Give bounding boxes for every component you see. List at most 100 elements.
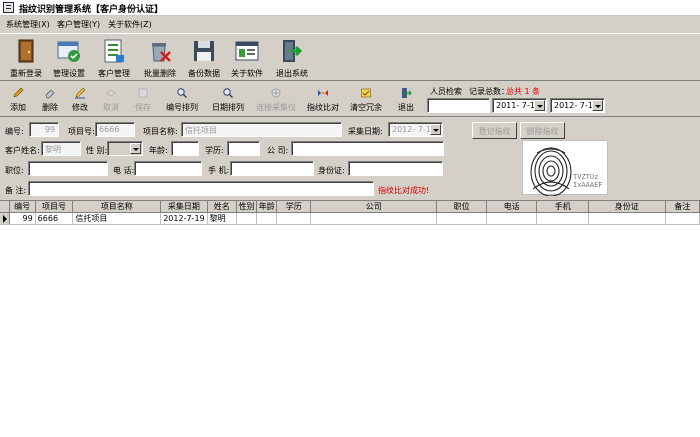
phone-field[interactable]	[134, 161, 202, 176]
project-no-label: 项目号:	[68, 127, 95, 136]
table-cell[interactable]	[436, 212, 487, 225]
project-name-label: 项目名称:	[143, 127, 178, 136]
quit-button[interactable]: 退出	[392, 85, 420, 115]
menu-about[interactable]: 关于软件(Z)	[108, 19, 152, 30]
column-header[interactable]: 姓名	[207, 201, 237, 213]
table-cell[interactable]	[310, 212, 438, 225]
menu-system[interactable]: 系统管理(X)	[6, 19, 50, 30]
table-cell[interactable]: 6666	[35, 212, 74, 225]
window-title: 指纹识别管理系统【客户身份认证】	[19, 5, 164, 15]
records-grid[interactable]: 编号 项目号 项目名称 采集日期 姓名 性别 年龄 学历 公司 职位 电话 手机…	[0, 200, 700, 437]
project-no-field[interactable]: 6666	[95, 122, 135, 137]
table-cell[interactable]: 信托项目	[72, 212, 162, 225]
save-button[interactable]: 保存	[127, 85, 159, 115]
customer-name-label: 客户姓名:	[5, 146, 40, 155]
connect-device-button[interactable]: 连接采集仪	[252, 85, 300, 115]
magnifier-icon	[223, 88, 233, 98]
chevron-down-icon[interactable]	[592, 100, 603, 111]
mobile-field[interactable]	[230, 161, 314, 176]
record-count-value: 总共 1 条	[506, 87, 541, 96]
record-toolbar: 添加 删除 修改 取消 保存 编号排列 日期排列 连接采集仪 指纹比对 清空冗余…	[0, 83, 700, 117]
column-header[interactable]: 身份证	[588, 201, 666, 213]
gender-label: 性 别:	[86, 146, 108, 155]
delete-button[interactable]: 删除	[34, 85, 66, 115]
table-cell[interactable]	[256, 212, 278, 225]
edit-pen-icon	[75, 87, 86, 99]
door-icon	[18, 39, 34, 63]
position-field[interactable]	[28, 161, 108, 176]
search-input[interactable]	[427, 98, 490, 113]
column-header[interactable]: 学历	[276, 201, 312, 213]
table-cell[interactable]: 2012-7-19	[160, 212, 208, 225]
sort-by-id-button[interactable]: 编号排列	[160, 85, 204, 115]
row-indicator-header	[0, 201, 10, 213]
date-to-picker[interactable]: 2012- 7-19	[550, 98, 605, 113]
collect-date-picker[interactable]: 2012- 7-19	[388, 122, 443, 137]
column-header[interactable]: 电话	[486, 201, 538, 213]
table-cell[interactable]	[486, 212, 538, 225]
cancel-button[interactable]: 取消	[95, 85, 127, 115]
register-fingerprint-button[interactable]: 登记指纹	[472, 122, 517, 139]
position-label: 职位:	[5, 166, 24, 175]
column-header[interactable]: 备注	[665, 201, 700, 213]
clear-icon	[361, 88, 371, 98]
settings-check-icon	[57, 41, 80, 62]
id-field[interactable]: 99	[29, 122, 59, 137]
table-cell[interactable]	[665, 212, 700, 225]
table-cell[interactable]	[536, 212, 589, 225]
connect-device-icon	[271, 88, 281, 98]
fingerprint-compare-button[interactable]: 指纹比对	[303, 85, 343, 115]
clear-redundant-button[interactable]: 清空冗余	[346, 85, 386, 115]
customer-manage-button[interactable]: 客户管理	[88, 36, 140, 80]
exit-arrow-icon	[283, 40, 303, 62]
table-row[interactable]: 99 6666 信托项目 2012-7-19 黎明	[0, 212, 700, 225]
column-header[interactable]: 性别	[236, 201, 258, 213]
add-button[interactable]: 添加	[2, 85, 34, 115]
column-header[interactable]: 项目号	[35, 201, 74, 213]
fingerprint-image: TVZTUz IxAAAEF	[522, 140, 608, 196]
floppy-disk-icon	[194, 41, 214, 61]
column-header[interactable]: 年龄	[256, 201, 278, 213]
table-cell[interactable]: 黎明	[207, 212, 237, 225]
column-header[interactable]: 手机	[536, 201, 589, 213]
phone-label: 电 话:	[113, 166, 135, 175]
table-cell[interactable]	[588, 212, 666, 225]
document-list-icon	[104, 39, 124, 63]
idcard-field[interactable]	[348, 161, 443, 176]
customer-name-field[interactable]: 黎明	[41, 141, 81, 156]
pencil-icon	[13, 87, 24, 98]
title-bar: 指纹识别管理系统【客户身份认证】	[0, 0, 700, 16]
project-name-field[interactable]: 信托项目	[181, 122, 342, 137]
delete-fingerprint-button[interactable]: 删除指纹	[520, 122, 565, 139]
column-header[interactable]: 采集日期	[160, 201, 208, 213]
exit-system-button[interactable]: 退出系统	[266, 36, 318, 80]
record-count-label: 记录总数：	[469, 87, 509, 96]
menu-customer[interactable]: 客户管理(Y)	[57, 19, 100, 30]
current-row-arrow-icon	[0, 212, 10, 225]
company-field[interactable]	[291, 141, 444, 156]
fingerprint-code: TVZTUz IxAAAEF	[573, 173, 603, 189]
company-label: 公 司:	[267, 146, 289, 155]
chevron-down-icon[interactable]	[130, 143, 141, 154]
chevron-down-icon[interactable]	[430, 124, 441, 135]
id-label: 编号:	[5, 127, 24, 136]
search-label: 人员检索	[430, 87, 462, 96]
trash-delete-icon	[152, 43, 171, 62]
app-window-icon	[3, 2, 14, 13]
column-header[interactable]: 编号	[9, 201, 36, 213]
note-field[interactable]	[28, 181, 374, 196]
sort-by-date-button[interactable]: 日期排列	[206, 85, 250, 115]
edit-button[interactable]: 修改	[64, 85, 96, 115]
date-from-picker[interactable]: 2011- 7-19	[492, 98, 547, 113]
table-cell[interactable]	[276, 212, 312, 225]
age-field[interactable]	[171, 141, 199, 156]
gender-select[interactable]	[107, 141, 143, 156]
table-cell[interactable]: 99	[9, 212, 36, 225]
chevron-down-icon[interactable]	[534, 100, 545, 111]
column-header[interactable]: 职位	[436, 201, 487, 213]
column-header[interactable]: 项目名称	[72, 201, 162, 213]
column-header[interactable]: 公司	[310, 201, 438, 213]
table-cell[interactable]	[236, 212, 258, 225]
education-field[interactable]	[227, 141, 260, 156]
mobile-label: 手 机:	[208, 166, 230, 175]
